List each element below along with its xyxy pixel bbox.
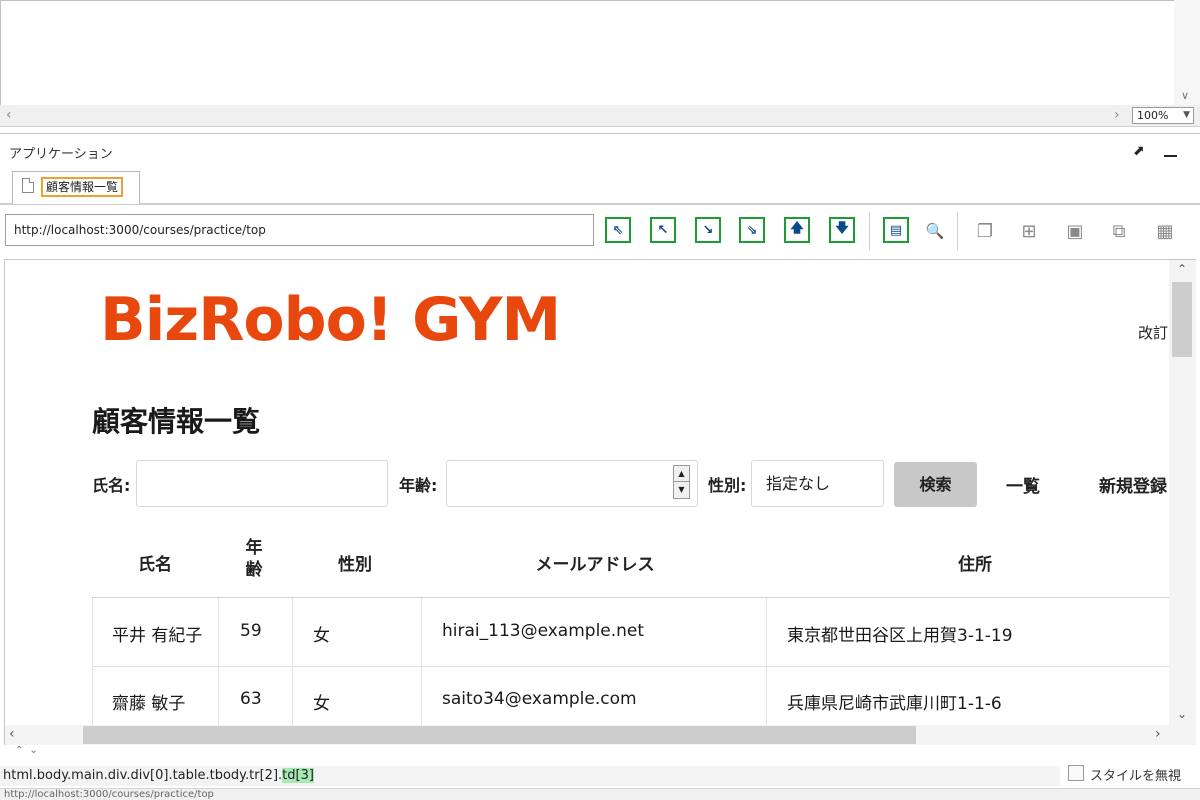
cell-email[interactable]: hirai_113@example.net xyxy=(442,621,644,641)
top-vertical-scrollbar[interactable]: ∨ xyxy=(1174,0,1200,105)
chevron-down-icon[interactable]: ⌄ xyxy=(1177,707,1187,721)
minimize-icon[interactable] xyxy=(1164,155,1177,157)
top-pane xyxy=(0,0,1200,105)
chevron-left-icon[interactable]: ‹ xyxy=(9,726,15,742)
top-horizontal-scrollbar[interactable]: ‹ › 100% ▼ xyxy=(0,105,1200,127)
move-down-right-icon[interactable]: ↘ xyxy=(695,217,721,243)
zoom-select[interactable]: 100% ▼ xyxy=(1132,107,1194,124)
viewport-vertical-scrollbar[interactable]: ⌃ ⌄ xyxy=(1169,260,1196,725)
stepper-down-icon[interactable]: ▼ xyxy=(674,482,689,498)
chevron-right-icon[interactable]: › xyxy=(1114,107,1120,123)
toolbar-separator xyxy=(957,212,958,250)
register-link[interactable]: 新規登録 xyxy=(1099,472,1167,497)
cell-address[interactable]: 東京都世田谷区上用賀3-1-19 xyxy=(787,621,1013,646)
magnifier-icon[interactable]: 🔍 xyxy=(920,216,950,246)
view-source-icon[interactable]: ▤ xyxy=(883,217,909,243)
status-bar: http://localhost:3000/courses/practice/t… xyxy=(0,788,1200,800)
cell-name[interactable]: 齋藤 敏子 xyxy=(112,689,185,714)
cell-gender[interactable]: 女 xyxy=(313,621,330,646)
popout-icon[interactable]: ⬈ xyxy=(1133,143,1145,159)
window-frame-icon[interactable]: ❐ xyxy=(970,216,1000,246)
tab-strip xyxy=(0,203,1200,205)
url-input[interactable]: http://localhost:3000/courses/practice/t… xyxy=(5,214,594,246)
revise-link[interactable]: 改訂 xyxy=(1138,322,1168,343)
ignore-style-label: スタイルを無視 xyxy=(1090,769,1182,784)
element-path-bar: html.body.main.div.div[0].table.tbody.tr… xyxy=(0,766,1060,786)
age-input[interactable] xyxy=(446,460,698,507)
zoom-window-icon[interactable]: ▦ xyxy=(1150,216,1180,246)
table-col-line xyxy=(218,598,219,725)
chevron-up-icon[interactable]: ⌃ xyxy=(1177,262,1187,276)
table-col-line xyxy=(292,598,293,725)
tab-customer-list[interactable]: 顧客情報一覧 xyxy=(12,171,140,204)
header-name: 氏名 xyxy=(138,555,172,575)
panel-title: アプリケーション xyxy=(9,147,113,162)
toolbar-separator xyxy=(869,212,870,250)
tab-label: 顧客情報一覧 xyxy=(41,177,124,197)
stepper-up-icon[interactable]: ▲ xyxy=(674,466,689,482)
move-down-right-alt-icon[interactable]: ⇘ xyxy=(739,217,765,243)
cell-age[interactable]: 63 xyxy=(240,689,262,709)
scroll-thumb[interactable] xyxy=(83,726,916,744)
header-gender: 性別 xyxy=(338,555,372,575)
table-col-line xyxy=(766,598,767,725)
list-link[interactable]: 一覧 xyxy=(1006,472,1040,497)
table-col-line xyxy=(92,598,93,725)
cell-age[interactable]: 59 xyxy=(240,621,262,641)
table-col-line xyxy=(421,598,422,725)
viewport-horizontal-scrollbar[interactable]: ‹ › xyxy=(5,725,1196,745)
ignore-style-checkbox[interactable] xyxy=(1068,765,1084,781)
move-up-icon[interactable]: 🡅 xyxy=(784,217,810,243)
move-down-icon[interactable]: 🡇 xyxy=(829,217,855,243)
collapse-toggle-icon[interactable]: ⌃⌄ xyxy=(15,745,44,756)
header-email: メールアドレス xyxy=(535,555,655,575)
document-icon xyxy=(22,178,34,193)
path-prefix: html.body.main.div.div[0].table.tbody.tr… xyxy=(3,768,283,783)
name-input[interactable] xyxy=(136,460,388,507)
header-age: 年齢 xyxy=(245,538,263,580)
search-button[interactable]: 検索 xyxy=(894,462,977,507)
header-address: 住所 xyxy=(958,555,992,575)
age-label: 年齢: xyxy=(399,476,438,495)
scroll-thumb[interactable] xyxy=(1172,282,1192,357)
chevron-right-icon[interactable]: › xyxy=(1155,726,1161,742)
name-label: 氏名: xyxy=(92,476,131,495)
cell-email[interactable]: saito34@example.com xyxy=(442,689,637,709)
cell-gender[interactable]: 女 xyxy=(313,689,330,714)
panel-divider[interactable] xyxy=(0,133,1200,134)
move-up-left-icon[interactable]: ⇖ xyxy=(605,217,631,243)
move-up-left-alt-icon[interactable]: ↖ xyxy=(650,217,676,243)
age-stepper[interactable]: ▲ ▼ xyxy=(673,465,690,499)
zoom-value: 100% xyxy=(1137,109,1169,122)
add-window-icon[interactable]: ⊞ xyxy=(1014,216,1044,246)
chevron-down-icon[interactable]: ∨ xyxy=(1181,89,1189,102)
gender-label: 性別: xyxy=(708,476,747,495)
table-header-divider xyxy=(92,597,1170,598)
path-highlight: td[3] xyxy=(282,768,314,783)
cell-address[interactable]: 兵庫県尼崎市武庫川町1-1-6 xyxy=(787,689,1002,714)
gender-select[interactable]: 指定なし xyxy=(751,460,884,507)
cell-name[interactable]: 平井 有紀子 xyxy=(112,621,202,646)
copy-window-icon[interactable]: ⧉ xyxy=(1104,216,1134,246)
page-title: 顧客情報一覧 xyxy=(92,405,261,438)
logo[interactable]: BizRobo! GYM xyxy=(100,285,561,355)
delete-window-icon[interactable]: ▣ xyxy=(1060,216,1090,246)
chevron-down-icon: ▼ xyxy=(1183,110,1190,120)
table-row-divider xyxy=(92,666,1170,667)
chevron-left-icon[interactable]: ‹ xyxy=(6,107,12,123)
